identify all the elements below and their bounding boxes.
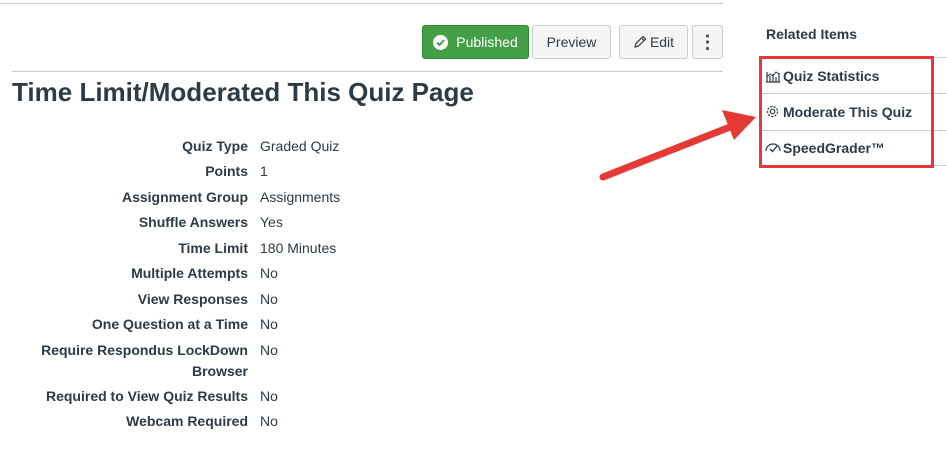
annotation-arrow (599, 110, 756, 181)
